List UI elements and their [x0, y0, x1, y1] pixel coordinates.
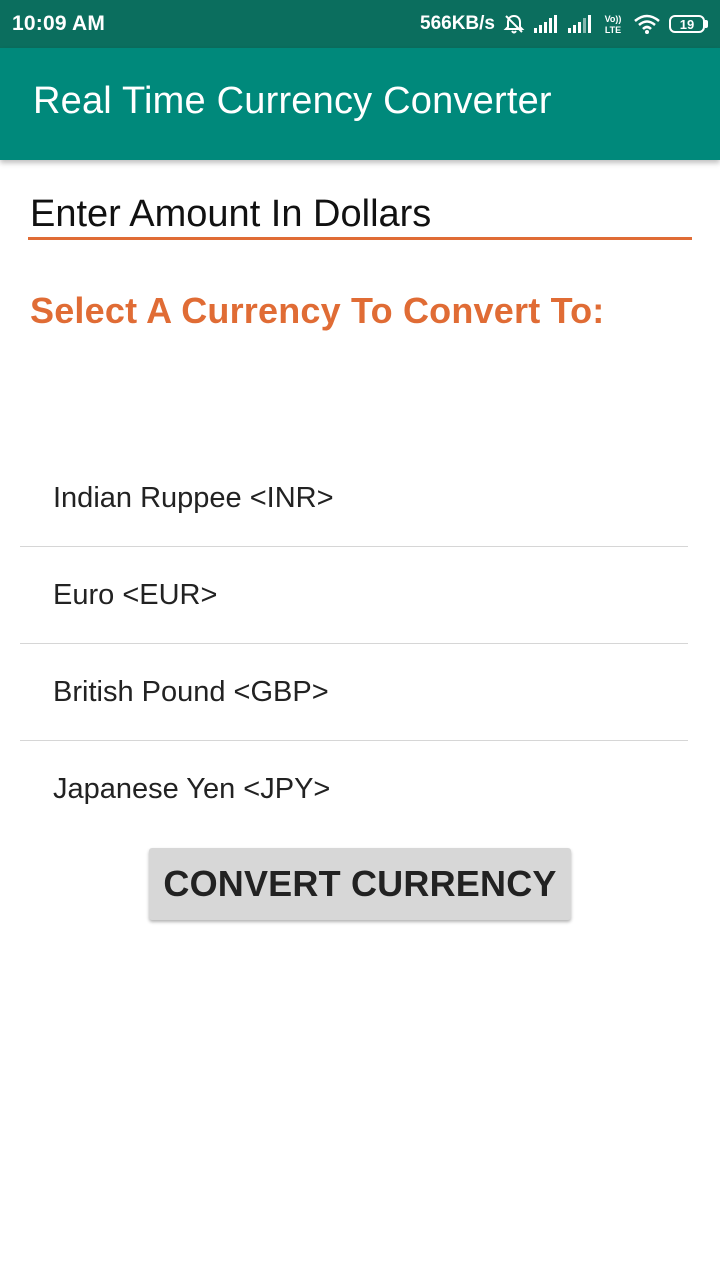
wifi-icon: [633, 13, 661, 35]
volte-label-top: Vo)): [605, 14, 622, 24]
amount-input[interactable]: [28, 192, 692, 240]
status-indicators: 566KB/s Vo)) LTE 19: [420, 12, 708, 36]
volte-icon: Vo)) LTE: [601, 12, 625, 36]
volte-label-bottom: LTE: [605, 25, 621, 35]
currency-item-gbp[interactable]: British Pound <GBP>: [20, 644, 688, 741]
network-speed: 566KB/s: [420, 13, 495, 34]
app-title: Real Time Currency Converter: [33, 79, 552, 122]
status-bar: 10:09 AM 566KB/s Vo)) LTE 19: [0, 0, 720, 48]
screen: 10:09 AM 566KB/s Vo)) LTE 19 Real Time C…: [0, 0, 720, 1280]
currency-list[interactable]: Indian Ruppee <INR> Euro <EUR> British P…: [20, 450, 688, 805]
mute-icon: [503, 13, 525, 35]
currency-item-inr[interactable]: Indian Ruppee <INR>: [20, 450, 688, 547]
app-bar: Real Time Currency Converter: [0, 48, 720, 160]
convert-currency-button[interactable]: CONVERT CURRENCY: [149, 848, 571, 920]
battery-level: 19: [669, 15, 705, 33]
currency-item-eur[interactable]: Euro <EUR>: [20, 547, 688, 644]
battery-tip: [705, 20, 708, 28]
battery-icon: 19: [669, 15, 708, 33]
status-time: 10:09 AM: [12, 12, 106, 35]
signal-icon: [533, 14, 559, 34]
select-currency-label: Select A Currency To Convert To:: [30, 290, 605, 331]
signal-icon-2: [567, 14, 593, 34]
currency-item-jpy[interactable]: Japanese Yen <JPY>: [20, 741, 688, 805]
